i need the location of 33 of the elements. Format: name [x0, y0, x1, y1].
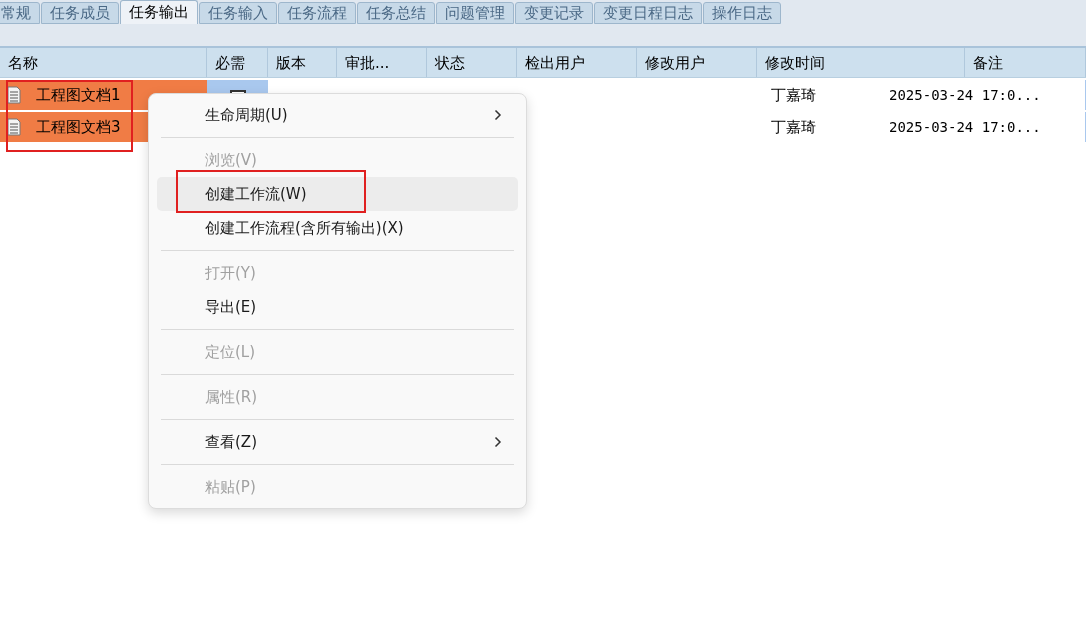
chevron-right-icon: [494, 436, 502, 448]
table-cell-text: 2025-03-24 17:0...: [888, 86, 1042, 105]
menu-item[interactable]: 创建工作流程(含所有输出)(X): [157, 211, 518, 245]
tab[interactable]: 任务输出: [120, 0, 198, 24]
menu-item[interactable]: 创建工作流(W): [157, 177, 518, 211]
chevron-right-icon: [494, 109, 502, 121]
tab[interactable]: 常规: [0, 2, 40, 24]
column-header[interactable]: 修改用户: [637, 48, 757, 77]
menu-item[interactable]: 查看(Z): [157, 425, 518, 459]
tab[interactable]: 任务流程: [278, 2, 356, 24]
column-header[interactable]: 检出用户: [517, 48, 637, 77]
tab[interactable]: 变更记录: [515, 2, 593, 24]
tab[interactable]: 变更日程日志: [594, 2, 702, 24]
column-header[interactable]: 备注: [965, 48, 1086, 77]
table-cell-text: 丁嘉琦: [770, 85, 817, 106]
tab[interactable]: 问题管理: [436, 2, 514, 24]
table-cell-text: 丁嘉琦: [770, 117, 817, 138]
table-cell-text: 2025-03-24 17:0...: [888, 118, 1042, 137]
tab[interactable]: 任务成员: [41, 2, 119, 24]
document-icon: [6, 118, 22, 136]
document-name: 工程图文档3: [36, 116, 121, 138]
menu-item[interactable]: 导出(E): [157, 290, 518, 324]
tab[interactable]: 任务输入: [199, 2, 277, 24]
document-icon: [6, 86, 22, 104]
column-header[interactable]: 状态: [427, 48, 517, 77]
column-header[interactable]: 版本: [268, 48, 337, 77]
column-header[interactable]: 修改时间: [757, 48, 965, 77]
document-name: 工程图文档1: [36, 84, 121, 106]
column-header[interactable]: 审批...: [337, 48, 427, 77]
column-header[interactable]: 必需: [207, 48, 268, 77]
tab[interactable]: 操作日志: [703, 2, 781, 24]
tab[interactable]: 任务总结: [357, 2, 435, 24]
column-header[interactable]: 名称: [0, 48, 207, 77]
